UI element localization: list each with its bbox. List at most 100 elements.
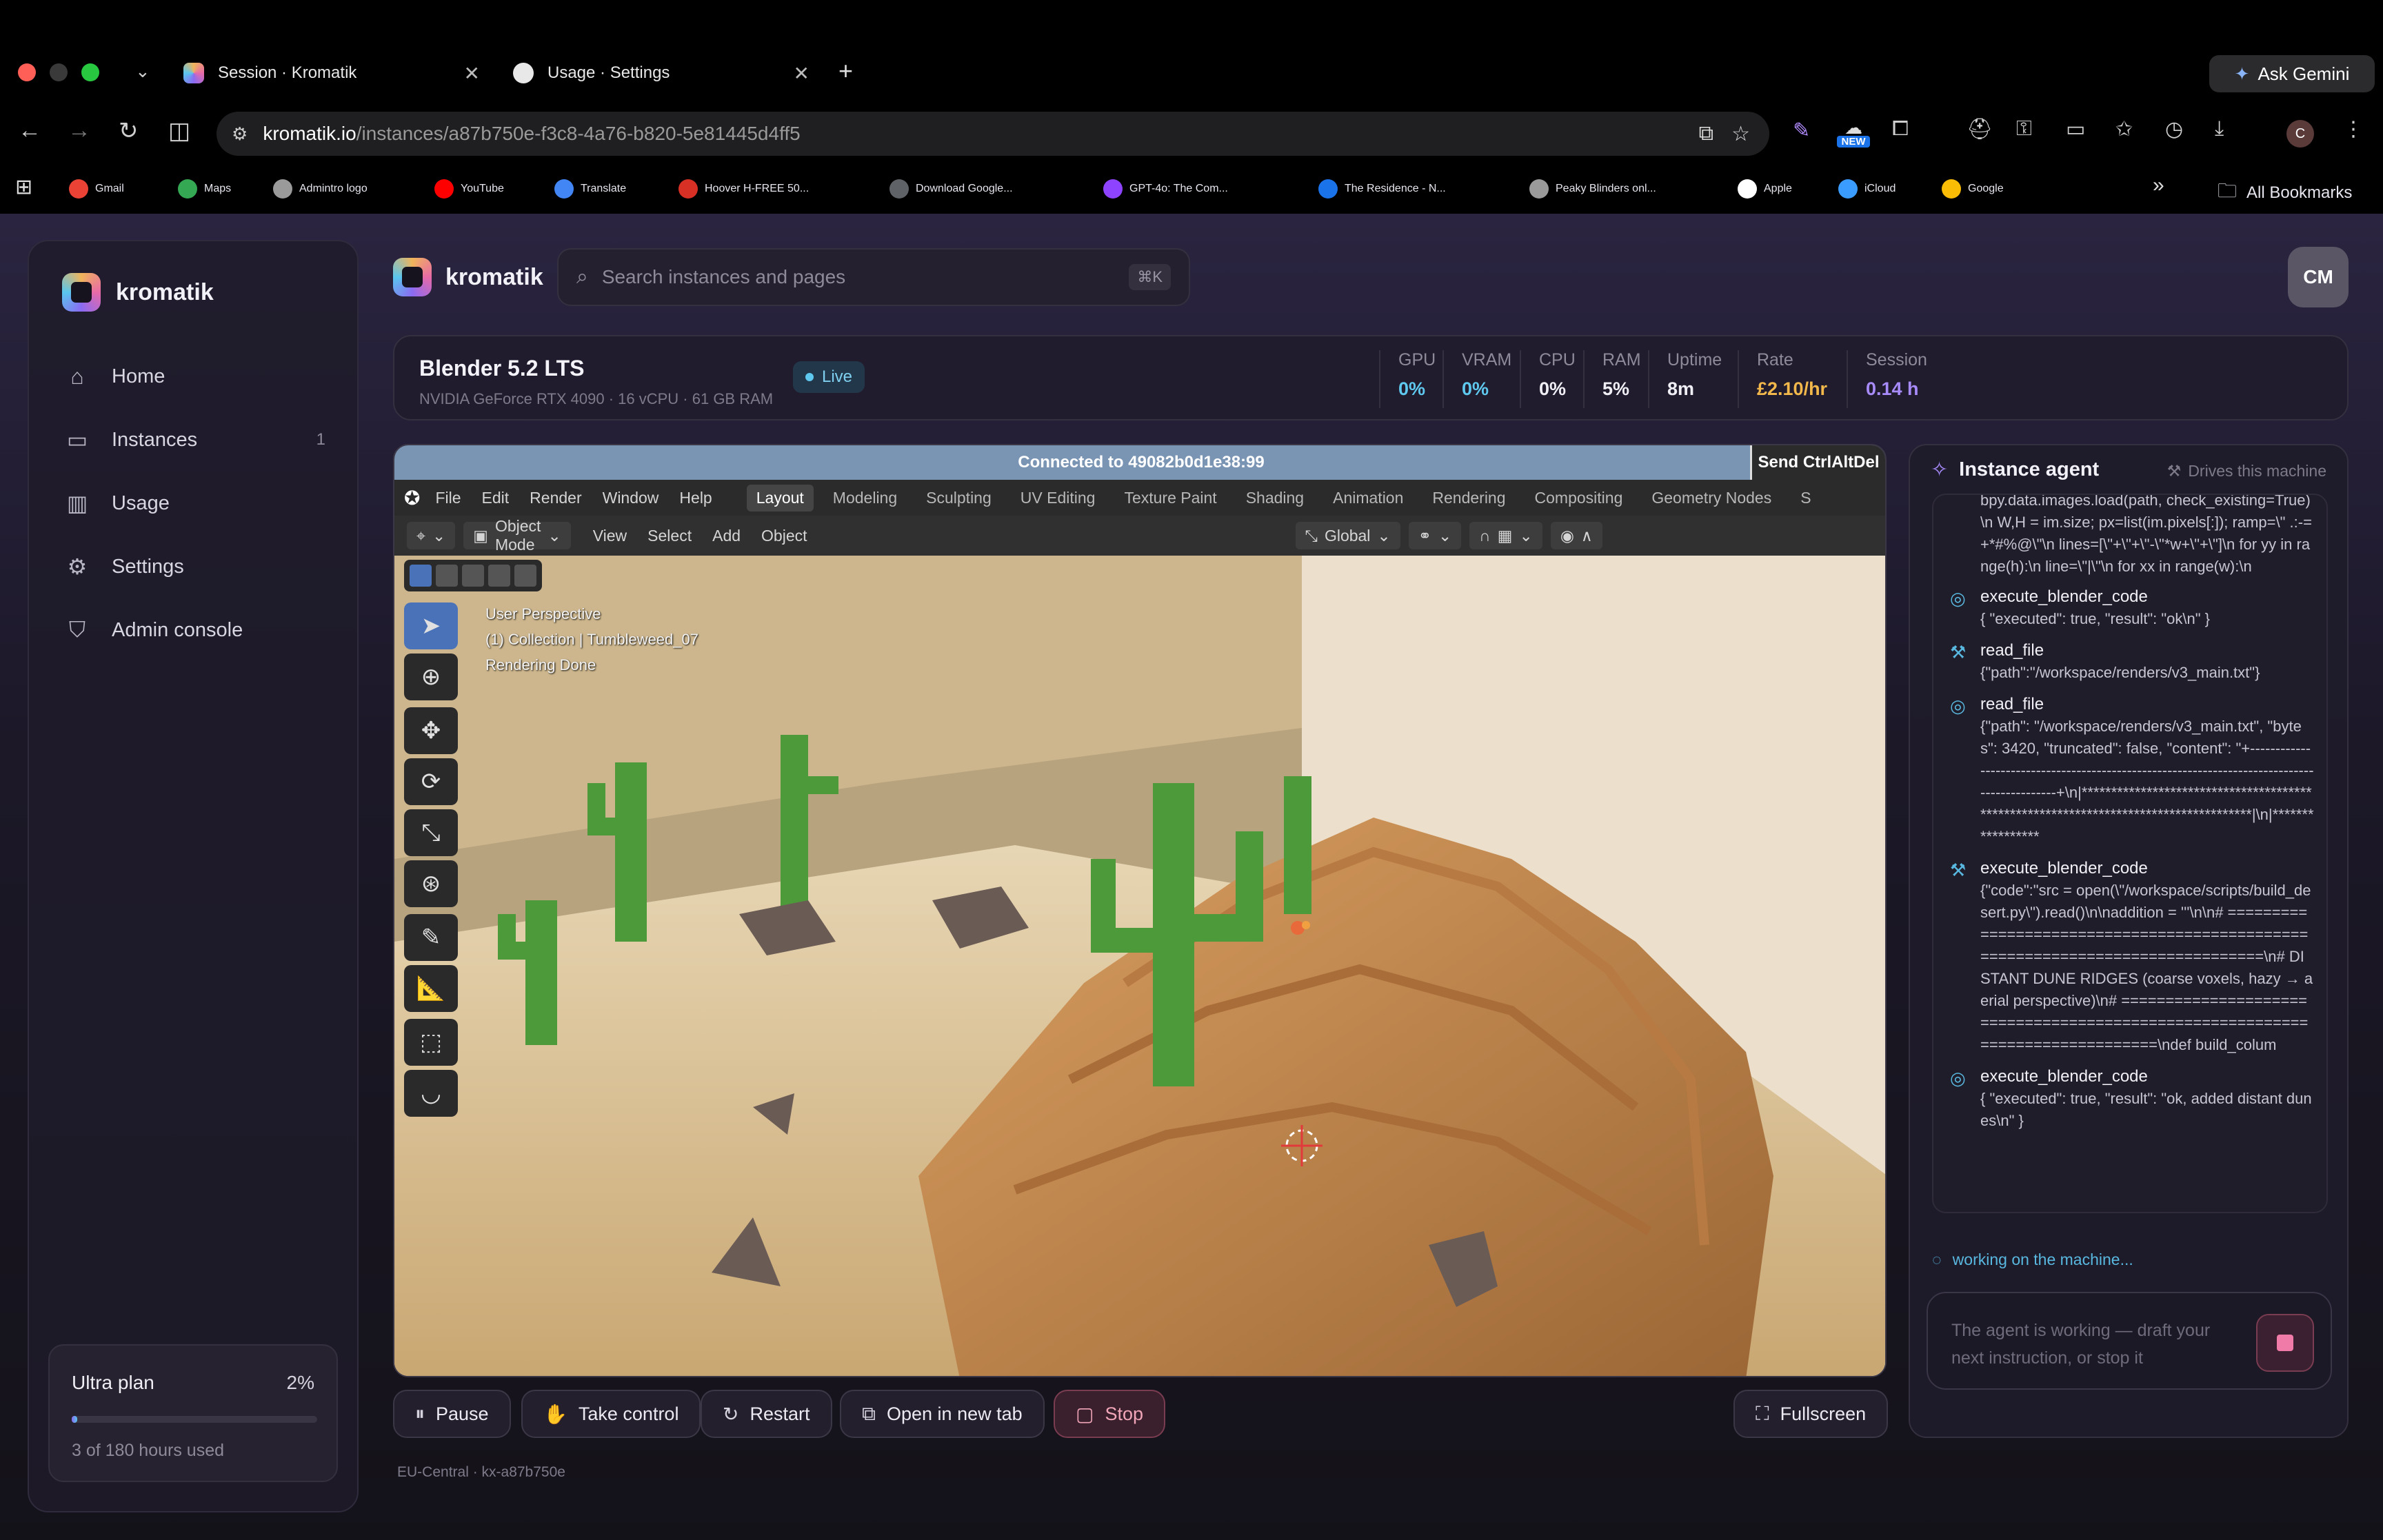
workspace-tab[interactable]: Modeling [833,489,897,507]
ask-gemini-button[interactable]: ✦ Ask Gemini [2209,55,2375,92]
more-bookmarks-icon[interactable]: » [2153,174,2164,197]
orientation-dropdown[interactable]: ⤡ Global ⌄ [1295,522,1400,549]
site-settings-icon[interactable]: ⚙ [232,123,248,145]
user-avatar[interactable]: CM [2288,247,2349,307]
workspace-tab[interactable]: S [1800,489,1811,507]
minimize-window-button[interactable] [50,63,68,81]
workspace-tab[interactable]: Rendering [1432,489,1505,507]
sidebar-item-instances[interactable]: ▭ Instances 1 [63,423,325,456]
viewport-menu-add[interactable]: Add [712,527,741,545]
agent-composer[interactable]: The agent is working — draft your next i… [1927,1292,2332,1390]
bookmark-item[interactable]: GPT-4o: The Com... [1103,176,1228,201]
feather-extension-icon[interactable]: ✎ [1793,119,1810,143]
blender-menu-help[interactable]: Help [679,489,712,507]
selection-mode-buttons[interactable] [404,560,542,591]
workspace-tab[interactable]: Layout [746,484,814,511]
stop-agent-button[interactable] [2256,1314,2314,1372]
open-new-tab-button[interactable]: ⧉ Open in new tab [840,1390,1045,1438]
viewport-menu-object[interactable]: Object [761,527,807,545]
bookmark-item[interactable]: Gmail [69,176,124,201]
add-cube-tool[interactable]: ⬚ [404,1019,458,1066]
select-new-icon[interactable] [410,565,432,587]
move-tool[interactable]: ✥ [404,707,458,754]
bookmark-star-icon[interactable]: ☆ [1731,122,1750,146]
select-intersect-icon[interactable] [514,565,536,587]
agent-log[interactable]: bpy.data.images.load(path, check_existin… [1932,494,2328,1213]
bookmark-item[interactable]: Google [1942,176,2004,201]
bookmark-item[interactable]: Apple [1738,176,1792,201]
blender-logo-icon[interactable]: ✪ [404,487,420,509]
password-key-icon[interactable]: ⚿ [2016,117,2032,141]
close-tab-icon[interactable]: ✕ [464,62,480,85]
select-invert-icon[interactable] [488,565,510,587]
log-entry[interactable]: ◎ execute_blender_code { "executed": true,… [1950,1066,2314,1132]
log-entry[interactable]: ◎ execute_blender_code { "executed": true,… [1950,586,2314,630]
viewport-menu-view[interactable]: View [593,527,627,545]
workspace-tab[interactable]: UV Editing [1020,489,1096,507]
workspace-tab[interactable]: Animation [1333,489,1403,507]
extensions-puzzle-icon[interactable]: ⧠ [1892,117,1909,141]
cursor-tool[interactable]: ⊕ [404,654,458,700]
bookmark-item[interactable]: Download Google... [889,176,1013,201]
profile-avatar[interactable]: C [2286,120,2314,148]
downloads-icon[interactable]: ⤓ [2215,117,2224,141]
new-tab-icon[interactable]: + [838,57,853,85]
select-extend-icon[interactable] [436,565,458,587]
payment-card-icon[interactable]: ▭ [2066,117,2085,141]
tab-search-chevron-icon[interactable]: ⌄ [135,61,150,82]
select-box-tool[interactable]: ➤ [404,602,458,649]
workspace-tab[interactable]: Shading [1246,489,1304,507]
pivot-dropdown[interactable]: ⚭ ⌄ [1408,522,1462,549]
restart-button[interactable]: ↻ Restart [701,1390,832,1438]
viewport-menu-select[interactable]: Select [647,527,692,545]
sidebar-item-usage[interactable]: ▥ Usage [63,487,325,520]
forward-icon[interactable]: → [68,117,91,144]
browser-tab-session[interactable]: Session · Kromatik ✕ [183,54,480,92]
blender-menu-edit[interactable]: Edit [482,489,510,507]
blender-3d-scene[interactable] [394,556,1885,1376]
plan-card[interactable]: Ultra plan 2% 3 of 180 hours used [48,1344,338,1482]
workspace-tab[interactable]: Texture Paint [1124,489,1216,507]
select-subtract-icon[interactable] [462,565,484,587]
sidebar-item-settings[interactable]: ⚙ Settings [63,550,325,583]
stop-button[interactable]: ▢ Stop [1054,1390,1166,1438]
log-entry[interactable]: ◎ read_file {"path": "/workspace/renders/v… [1950,693,2314,848]
take-control-button[interactable]: ✋ Take control [521,1390,701,1438]
bookmark-item[interactable]: YouTube [434,176,504,201]
sidebar-item-admin-console[interactable]: ⛉ Admin console [63,614,325,647]
curve-tool[interactable]: ◡ [404,1070,458,1117]
sidebar-item-home[interactable]: ⌂ Home [63,360,325,393]
workspace-tab[interactable]: Compositing [1535,489,1623,507]
browser-menu-icon[interactable]: ⋮ [2343,117,2364,141]
fullscreen-button[interactable]: ⛶ Fullscreen [1733,1390,1889,1438]
scale-tool[interactable]: ⤡ [404,809,458,856]
bookmark-item[interactable]: Admintro logo [273,176,368,201]
header-brand[interactable]: kromatik [393,258,543,296]
blender-menu-window[interactable]: Window [603,489,659,507]
bookmark-item[interactable]: iCloud [1838,176,1896,201]
close-window-button[interactable] [18,63,36,81]
log-entry[interactable]: ⚒ execute_blender_code {"code":"src = open… [1950,858,2314,1056]
pause-button[interactable]: ⏸ Pause [393,1390,511,1438]
transform-tool[interactable]: ⊛ [404,860,458,907]
send-ctrl-alt-del-button[interactable]: Send CtrlAltDel [1750,445,1885,480]
workspace-tab[interactable]: Sculpting [926,489,992,507]
bookmark-item[interactable]: Maps [178,176,231,201]
editor-type-dropdown[interactable]: ⌖ ⌄ [407,522,456,549]
install-app-icon[interactable]: ⧉ [1699,122,1713,145]
address-bar[interactable]: ⚙ kromatik.io /instances/a87b750e-f3c8-4… [217,112,1769,156]
browser-tab-usage[interactable]: Usage · Settings ✕ [513,54,810,92]
proportional-edit-toggle[interactable]: ◉ ∧ [1550,522,1602,549]
blender-menu-file[interactable]: File [435,489,461,507]
rotate-tool[interactable]: ⟳ [404,758,458,805]
log-entry[interactable]: ⚒ read_file {"path":"/workspace/renders/v3… [1950,640,2314,684]
apps-grid-icon[interactable]: ⊞ [15,175,32,199]
maximize-window-button[interactable] [81,63,99,81]
remote-desktop-viewport[interactable]: Connected to 49082b0d1e38:99 Send CtrlAl… [393,444,1887,1377]
bookmark-item[interactable]: The Residence - N... [1318,176,1446,201]
snap-dropdown[interactable]: ∩ ▦ ⌄ [1469,522,1542,549]
new-extension-icon[interactable]: ☁ NEW [1837,117,1870,148]
close-tab-icon[interactable]: ✕ [794,62,810,85]
search-input[interactable]: ⌕ Search instances and pages ⌘K [557,248,1190,306]
bookmark-item[interactable]: Hoover H-FREE 50... [678,176,809,201]
